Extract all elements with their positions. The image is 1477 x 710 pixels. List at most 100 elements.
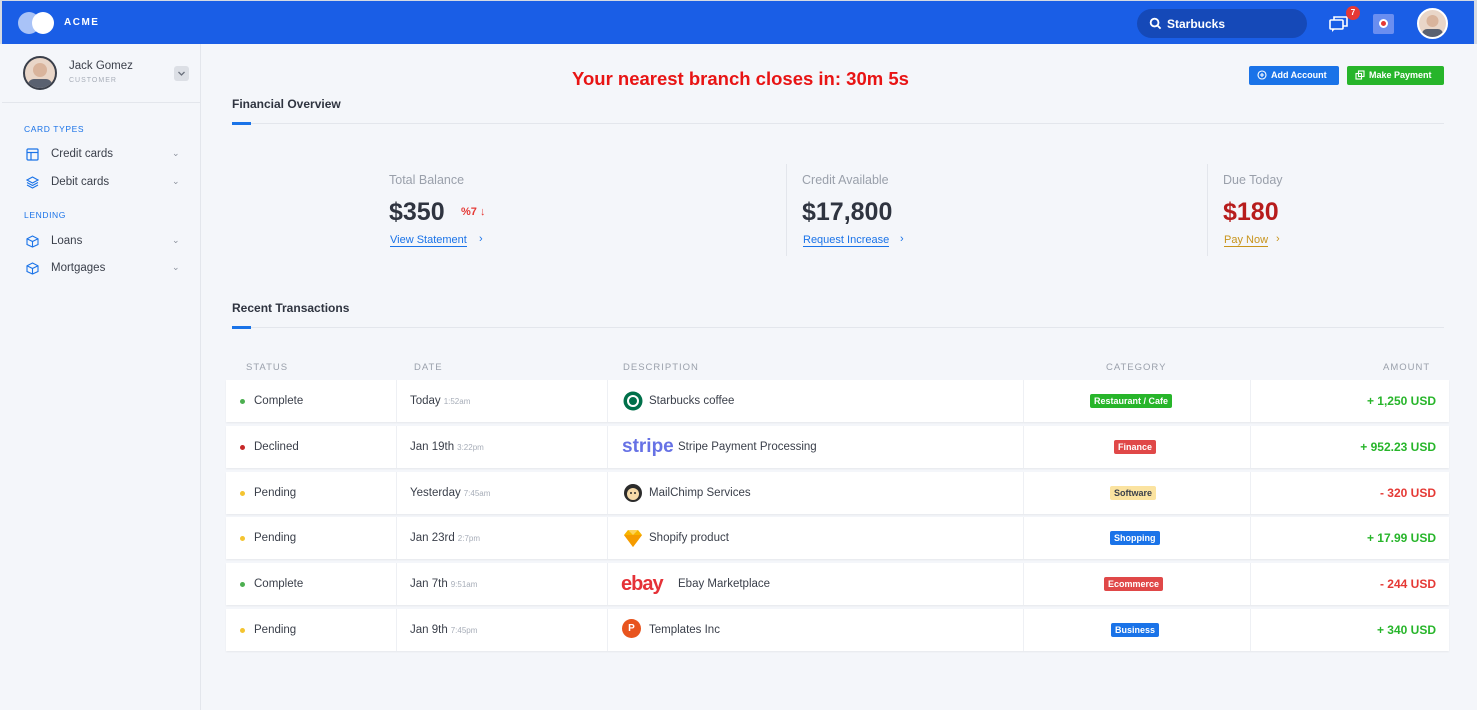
table-row[interactable]: Pending Yesterday 7:45am MailChimp Servic… <box>226 472 1449 514</box>
divider <box>1207 164 1208 256</box>
request-increase-link[interactable]: Request Increase <box>803 234 890 247</box>
acme-logo-icon[interactable] <box>18 12 58 34</box>
chevron-right-icon: › <box>479 233 483 245</box>
table-row[interactable]: Complete Today 1:52am Starbucks coffee Re… <box>226 380 1449 422</box>
divider <box>232 123 1444 124</box>
time-text: 2:7pm <box>457 534 480 543</box>
branch-countdown: Your nearest branch closes in: 30m 5s <box>572 68 909 89</box>
time-text: 7:45pm <box>450 626 478 635</box>
notification-badge: 7 <box>1346 6 1360 20</box>
status-dot-icon <box>240 582 245 587</box>
box-icon <box>26 262 39 275</box>
make-payment-label: Make Payment <box>1369 70 1432 80</box>
table-row[interactable]: Pending Jan 9th 7:45pm P Templates Inc Bu… <box>226 609 1449 651</box>
sidebar-item-label: Mortgages <box>51 262 106 274</box>
chevron-right-icon: › <box>1276 233 1280 245</box>
date-text: Yesterday <box>410 487 461 499</box>
shopify-logo-icon <box>624 530 642 547</box>
layers-icon <box>26 176 39 189</box>
status-dot-icon <box>240 491 245 496</box>
avatar[interactable] <box>1417 8 1448 39</box>
amount-text: - 244 USD <box>1379 577 1436 591</box>
date-text: Jan 19th <box>410 441 455 453</box>
chevron-down-icon: ⌄ <box>172 262 180 272</box>
sidebar-item-label: Loans <box>51 235 83 247</box>
sidebar-item-credit-cards[interactable]: Credit cards ⌄ <box>2 144 201 166</box>
chevron-down-icon: ⌄ <box>172 148 180 158</box>
date-cell: Today 1:52am <box>410 380 470 422</box>
top-navbar: ACME 7 <box>0 0 1477 44</box>
sidebar-item-mortgages[interactable]: Mortgages ⌄ <box>2 258 201 280</box>
table-row[interactable]: Declined Jan 19th 3:22pm stripe Stripe Pa… <box>226 426 1449 468</box>
search-box[interactable] <box>1137 9 1307 38</box>
column-header-amount[interactable]: AMOUNT <box>1383 362 1430 373</box>
search-input[interactable] <box>1167 15 1297 32</box>
chevron-down-icon <box>178 71 185 76</box>
stat-delta-value: %7 <box>461 206 477 218</box>
user-avatar[interactable] <box>23 56 57 90</box>
column-header-date[interactable]: DATE <box>414 362 443 373</box>
messages-icon[interactable] <box>1329 15 1349 33</box>
chevron-down-icon: ⌄ <box>172 235 180 245</box>
column-header-status[interactable]: STATUS <box>246 362 288 373</box>
stat-total-balance: Total Balance $350 %7 ↓ View Statement › <box>389 173 485 247</box>
column-header-category[interactable]: CATEGORY <box>1106 362 1166 373</box>
plus-circle-icon <box>1257 70 1267 80</box>
stat-value: $17,800 <box>802 198 893 226</box>
financial-overview-title: Financial Overview <box>232 97 341 111</box>
category-badge: Ecommerce <box>1104 577 1164 591</box>
chevron-down-icon: ⌄ <box>172 176 180 186</box>
status-dot-icon <box>240 628 245 633</box>
pay-now-link[interactable]: Pay Now <box>1224 234 1269 247</box>
description-text: Shopify product <box>649 532 729 544</box>
date-text: Jan 23rd <box>410 532 455 544</box>
card-icon <box>26 148 39 161</box>
status-text: Pending <box>254 624 297 636</box>
amount-text: + 340 USD <box>1376 623 1436 637</box>
make-payment-button[interactable]: Make Payment <box>1347 66 1444 85</box>
stripe-logo-icon: stripe <box>622 436 674 457</box>
amount-text: + 952.23 USD <box>1360 440 1436 454</box>
sidebar-item-loans[interactable]: Loans ⌄ <box>2 231 201 253</box>
section-label-card-types: CARD TYPES <box>24 124 85 134</box>
stat-credit-available: Credit Available $17,800 Request Increas… <box>802 173 904 247</box>
sidebar-item-label: Debit cards <box>51 176 110 188</box>
status-dot-icon <box>240 399 245 404</box>
time-text: 3:22pm <box>457 443 484 452</box>
amount-text: + 17.99 USD <box>1366 531 1436 545</box>
recent-transactions-title: Recent Transactions <box>232 301 350 315</box>
sidebar-item-label: Credit cards <box>51 148 113 160</box>
arrow-down-icon: ↓ <box>479 206 486 218</box>
status-text: Pending <box>254 532 297 544</box>
user-menu-toggle[interactable] <box>174 66 189 81</box>
section-accent <box>232 326 251 329</box>
view-statement-link[interactable]: View Statement <box>390 234 467 247</box>
category-badge: Shopping <box>1110 531 1160 545</box>
status-dot-icon <box>240 445 245 450</box>
column-header-description[interactable]: DESCRIPTION <box>623 362 699 373</box>
brand-name: ACME <box>64 17 100 28</box>
settings-gear-icon[interactable] <box>1373 14 1394 34</box>
amount-text: - 320 USD <box>1379 486 1436 500</box>
date-cell: Jan 23rd 2:7pm <box>410 517 480 559</box>
table-row[interactable]: Pending Jan 23rd 2:7pm Shopify product Sh… <box>226 517 1449 559</box>
time-text: 7:45am <box>463 489 491 498</box>
stat-delta: %7 ↓ <box>461 206 485 218</box>
category-badge: Business <box>1111 623 1160 637</box>
table-row[interactable]: Complete Jan 7th 9:51am ebay Ebay Marketp… <box>226 563 1449 605</box>
sidebar-item-debit-cards[interactable]: Debit cards ⌄ <box>2 172 201 194</box>
copy-icon <box>1355 70 1365 80</box>
add-account-button[interactable]: Add Account <box>1249 66 1339 85</box>
stat-label: Credit Available <box>802 173 889 187</box>
category-badge: Software <box>1110 486 1157 500</box>
user-profile: Jack Gomez CUSTOMER <box>2 44 201 103</box>
date-cell: Jan 9th 7:45pm <box>410 609 477 651</box>
status-text: Declined <box>254 441 299 453</box>
date-cell: Jan 7th 9:51am <box>410 563 477 605</box>
amount-text: + 1,250 USD <box>1366 394 1436 408</box>
starbucks-logo-icon <box>623 391 643 411</box>
date-text: Jan 9th <box>410 624 448 636</box>
sidebar: Jack Gomez CUSTOMER CARD TYPES Credit ca… <box>2 44 201 710</box>
templates-logo-icon: P <box>622 619 641 638</box>
main-content: Your nearest branch closes in: 30m 5s Ad… <box>202 44 1474 710</box>
